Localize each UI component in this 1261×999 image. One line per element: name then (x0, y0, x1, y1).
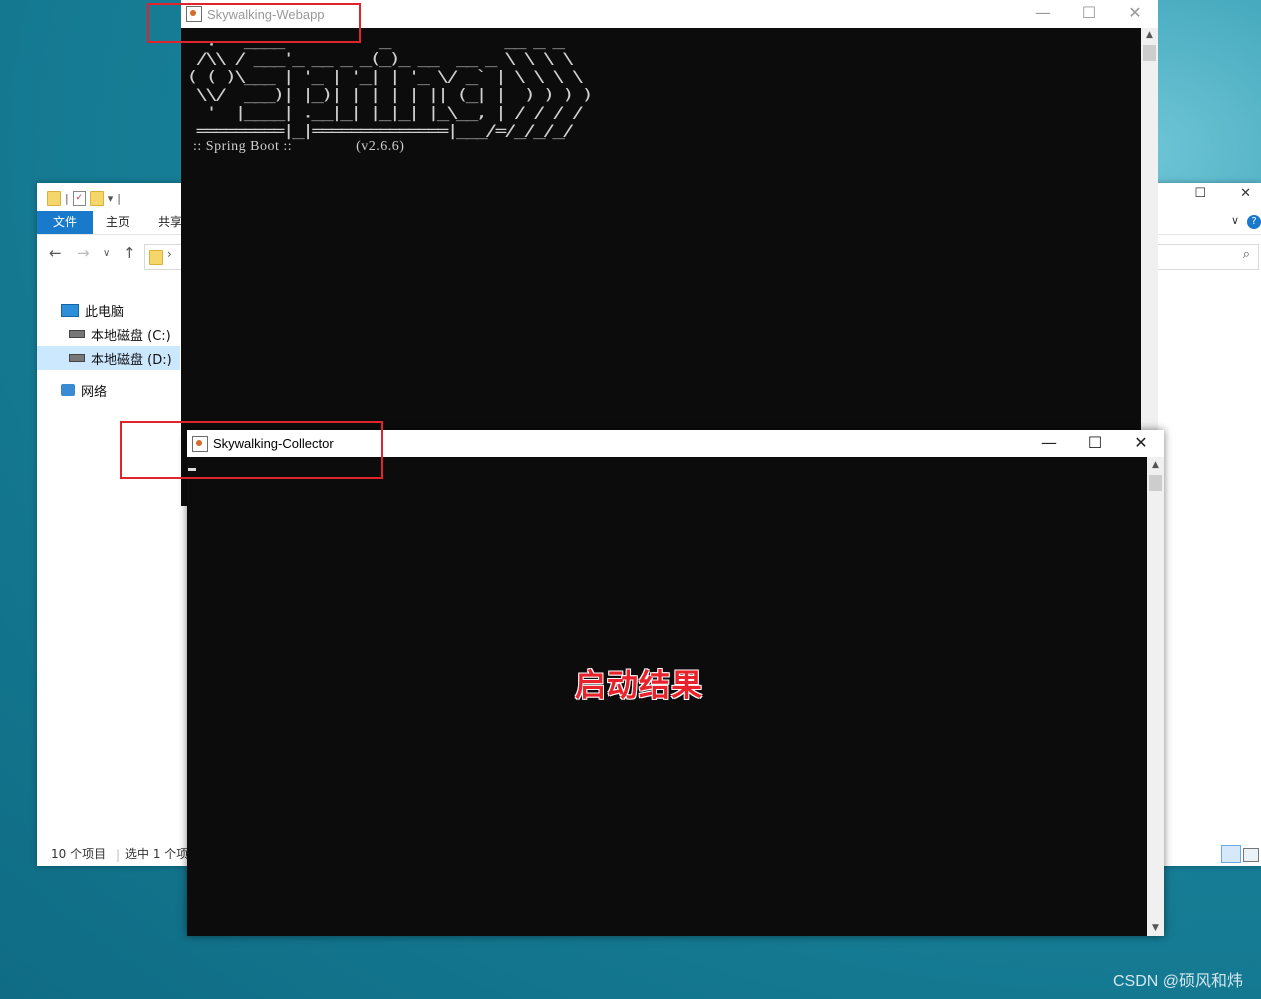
separator: | (65, 191, 69, 205)
recent-locations-chevron-icon[interactable]: ∨ (103, 248, 110, 259)
close-button[interactable]: ✕ (1112, 0, 1158, 26)
folder-icon (149, 250, 163, 265)
webapp-title-highlight-box (147, 3, 361, 43)
explorer-close-button[interactable]: ✕ (1240, 186, 1251, 201)
status-item-count: 10 个项目 (51, 847, 107, 861)
tree-item-this-pc[interactable]: 此电脑 (61, 298, 124, 322)
maximize-button[interactable]: ☐ (1072, 430, 1118, 455)
help-icon[interactable]: ? (1247, 215, 1261, 229)
drive-icon (69, 354, 85, 362)
new-folder-icon[interactable] (89, 190, 104, 206)
close-button[interactable]: ✕ (1118, 430, 1164, 455)
tree-item-label: 本地磁盘 (C:) (91, 328, 171, 344)
up-arrow-icon[interactable]: ↑ (123, 244, 136, 262)
scroll-up-arrow-icon[interactable]: ▲ (1141, 30, 1158, 40)
customize-toolbar-chevron-icon[interactable]: ▾ (108, 192, 114, 205)
quick-access-toolbar: | ✓ ▾ | (47, 188, 121, 208)
scroll-thumb[interactable] (1149, 475, 1162, 491)
properties-icon[interactable]: ✓ (72, 190, 86, 206)
computer-icon (61, 303, 79, 317)
explorer-maximize-button[interactable]: ☐ (1194, 186, 1206, 201)
details-view-icon[interactable] (1221, 845, 1241, 863)
search-icon[interactable]: ⌕ (1243, 247, 1250, 262)
tree-item-drive-c[interactable]: 本地磁盘 (C:) (69, 322, 171, 346)
separator: | (117, 191, 121, 205)
breadcrumb-chevron-icon[interactable]: › (167, 247, 172, 261)
collector-scrollbar[interactable]: ▲ ▼ (1147, 457, 1164, 936)
large-icons-view-icon[interactable] (1243, 848, 1259, 862)
spring-boot-version-line: :: Spring Boot :: (v2.6.6) (189, 139, 405, 154)
status-selected: 选中 1 个项 (125, 847, 189, 861)
tree-item-label: 网络 (81, 384, 108, 400)
tree-item-drive-d[interactable]: 本地磁盘 (D:) (37, 346, 180, 370)
csdn-watermark: CSDN @硕风和炜 (1112, 973, 1243, 990)
result-annotation-label: 启动结果 (575, 668, 703, 704)
scroll-up-arrow-icon[interactable]: ▲ (1147, 460, 1164, 470)
ribbon-expand-chevron-icon[interactable]: ∨ (1231, 214, 1239, 227)
minimize-button[interactable]: — (1020, 0, 1066, 26)
tree-item-network[interactable]: 网络 (61, 378, 107, 402)
minimize-button[interactable]: — (1026, 430, 1072, 455)
tree-item-label: 本地磁盘 (D:) (91, 352, 172, 368)
tab-home[interactable]: 主页 (95, 211, 141, 234)
scroll-down-arrow-icon[interactable]: ▼ (1147, 923, 1164, 933)
separator: | (116, 848, 121, 862)
network-icon (61, 384, 75, 396)
drive-icon (69, 330, 85, 338)
collector-title-highlight-box (120, 421, 383, 479)
forward-arrow-icon[interactable]: → (77, 244, 90, 262)
scroll-thumb[interactable] (1143, 45, 1156, 61)
tree-item-label: 此电脑 (85, 304, 125, 320)
folder-icon (47, 190, 61, 206)
maximize-button[interactable]: ☐ (1066, 0, 1112, 26)
back-arrow-icon[interactable]: ← (49, 244, 62, 262)
spring-ascii-banner: . ____ _ __ _ _ /\\ / ___'_ __ _ _(_)_ _… (186, 32, 594, 140)
tab-file[interactable]: 文件 (37, 211, 93, 234)
